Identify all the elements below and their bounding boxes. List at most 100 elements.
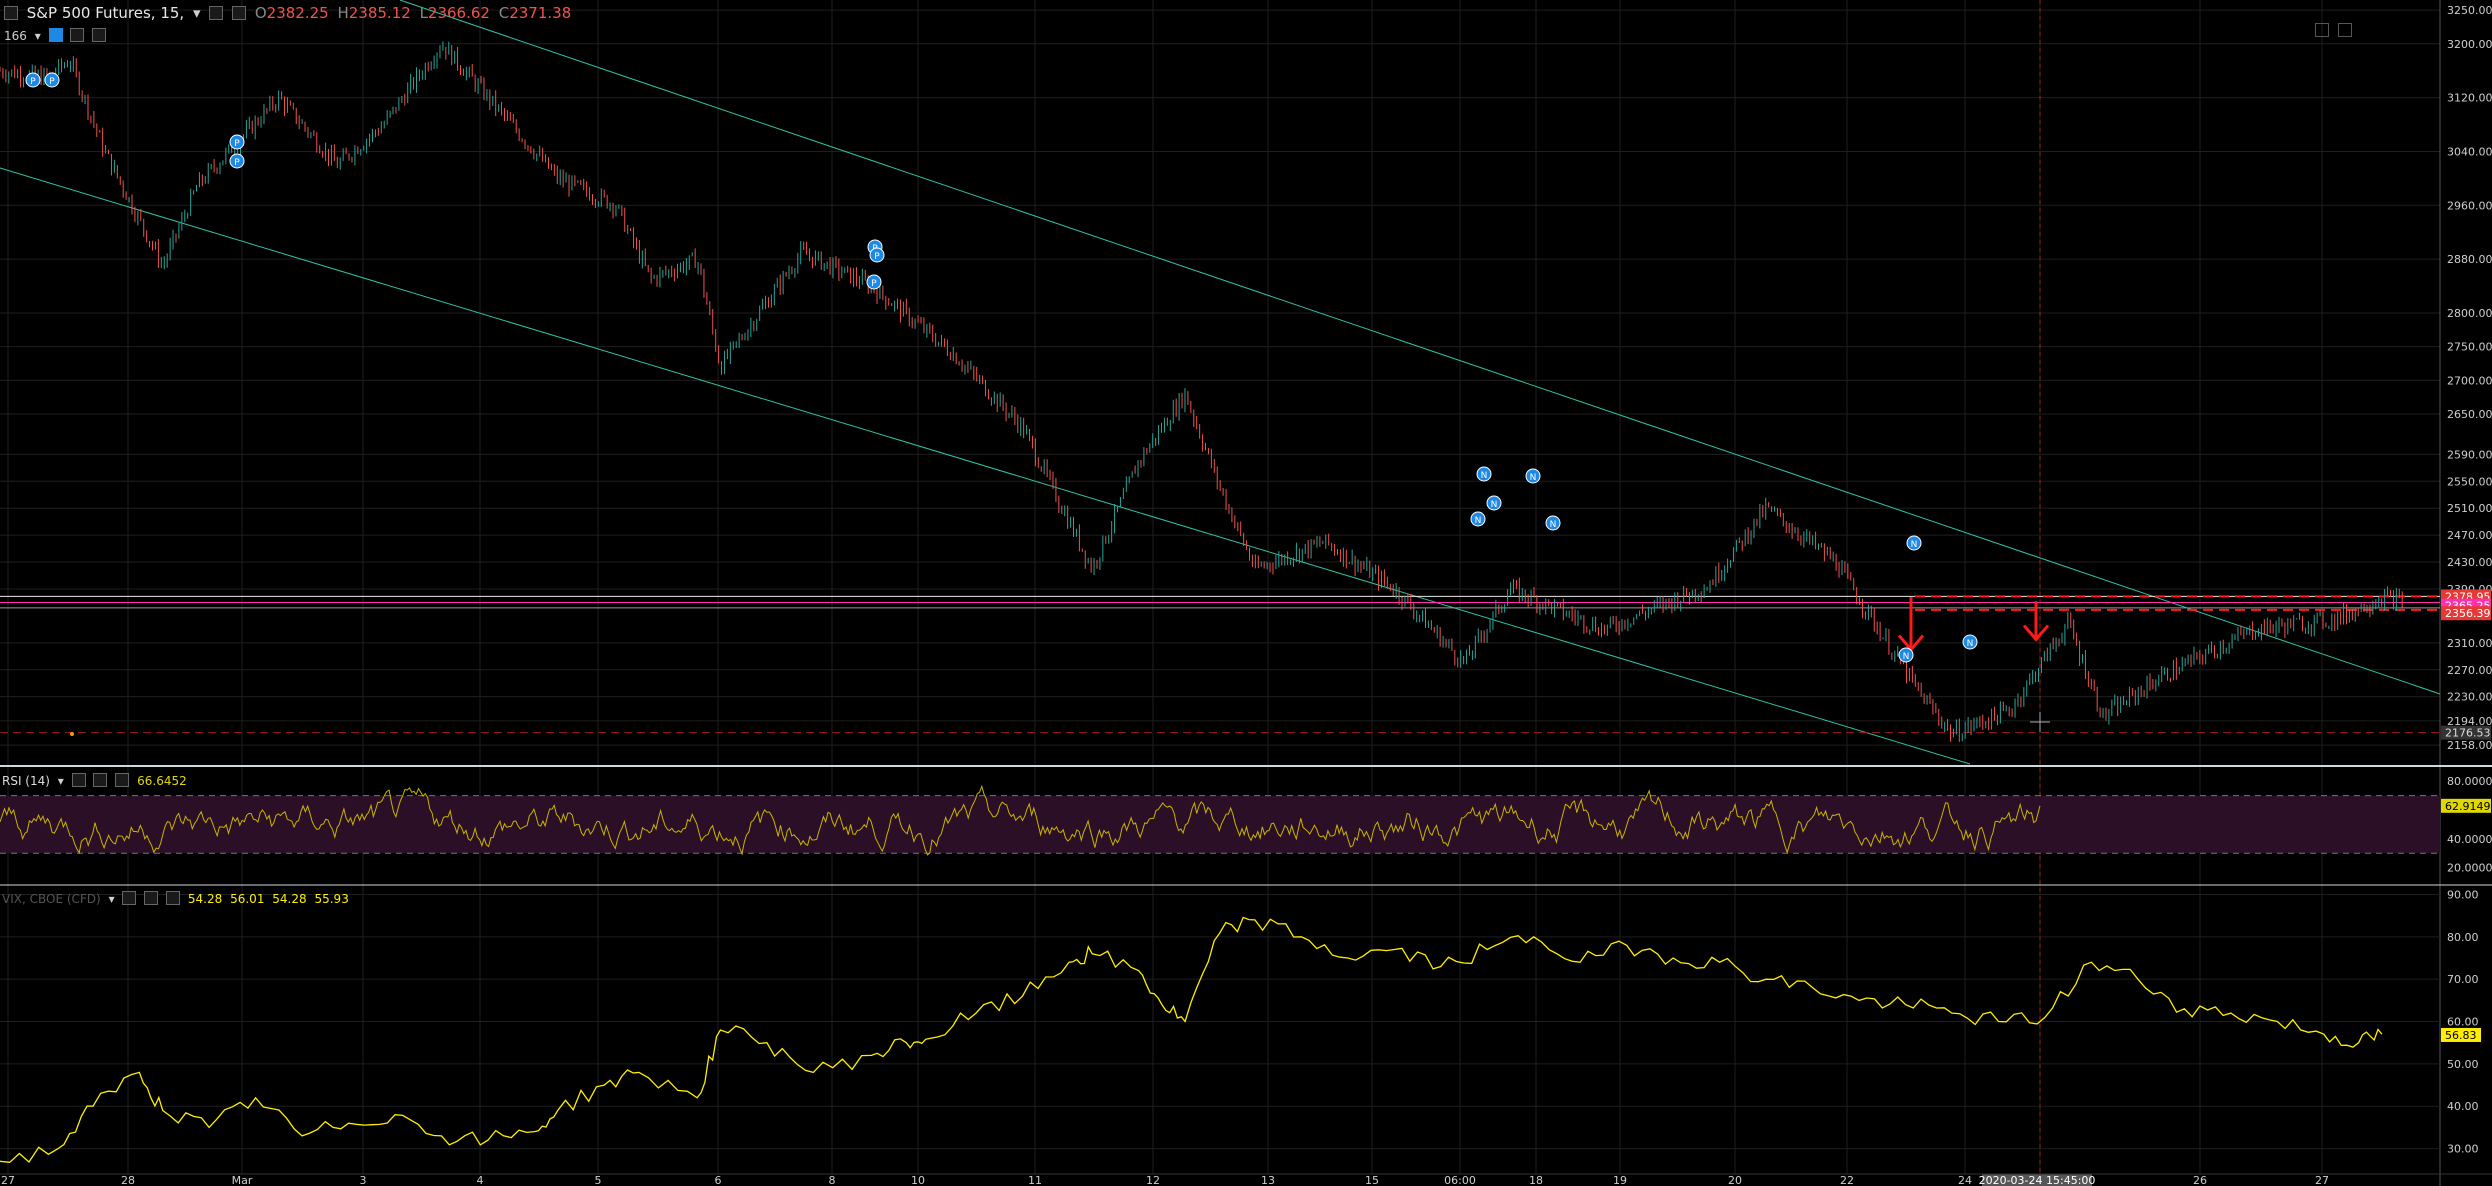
marker-label: N — [1530, 473, 1537, 483]
marker-label: N — [1491, 500, 1498, 510]
marker-label: N — [1967, 639, 1974, 649]
vix-value-label: 56.83 — [2445, 1029, 2477, 1042]
y-tick-label: 2650.00 — [2447, 408, 2492, 421]
vix-legend: VIX, CBOE (CFD) ▾ 54.28 56.01 54.28 55.9… — [2, 891, 353, 906]
y-tick-label: 60.00 — [2447, 1016, 2479, 1029]
x-tick-label: 8 — [829, 1174, 836, 1186]
y-tick-label: 2230.00 — [2447, 691, 2492, 704]
close-icon[interactable] — [115, 773, 130, 787]
y-tick-label: 2880.00 — [2447, 253, 2492, 266]
candles-group — [0, 41, 2403, 742]
marker-label: P — [30, 77, 36, 87]
y-tick-label: 2960.00 — [2447, 199, 2492, 212]
chevron-down-icon[interactable]: ▾ — [35, 29, 41, 43]
y-tick-label: 3120.00 — [2447, 92, 2492, 105]
chevron-down-icon[interactable]: ▾ — [58, 774, 64, 788]
y-tick-label: 40.0000 — [2447, 833, 2492, 846]
marker-label: N — [1481, 471, 1488, 481]
y-tick-label: 70.00 — [2447, 973, 2479, 986]
eye-icon[interactable] — [48, 28, 63, 42]
y-tick-label: 90.00 — [2447, 888, 2479, 901]
chevron-down-icon[interactable]: ▾ — [193, 4, 201, 22]
settings-icon[interactable] — [93, 773, 108, 787]
marker-label: N — [1475, 516, 1482, 526]
collapse-icon[interactable] — [4, 6, 18, 20]
x-tick-label: 3 — [360, 1174, 367, 1186]
ohlc-low: 2366.62 — [427, 4, 490, 22]
marker-label: N — [1911, 540, 1918, 550]
symbol-title[interactable]: S&P 500 Futures, 15, — [27, 4, 184, 22]
eye-icon[interactable] — [71, 773, 86, 787]
chart-svg: 27 28 Mar 3 4 5 6 8 10 11 12 13 15 06:00 18 19 20 22 24 202… — [0, 0, 2492, 1186]
x-tick-label: 15 — [1365, 1174, 1379, 1186]
settings-icon[interactable] — [144, 891, 159, 905]
y-tick-label: 2310.00 — [2447, 637, 2492, 650]
price-label: 2176.53 — [2445, 727, 2491, 740]
ohlc-high-key: H — [337, 4, 349, 22]
x-tick-label: 27 — [2315, 1174, 2329, 1186]
ohlc-close-key: C — [498, 4, 510, 22]
y-tick-label: 40.00 — [2447, 1100, 2479, 1113]
y-tick-label: 3250.00 — [2447, 4, 2492, 17]
eye-icon[interactable] — [122, 891, 137, 905]
restore-icon[interactable] — [2338, 23, 2352, 37]
rsi-value: 66.6452 — [137, 774, 187, 788]
x-tick-label: 24 — [1958, 1174, 1972, 1186]
y-tick-label: 2700.00 — [2447, 374, 2492, 387]
x-tick-label: 4 — [477, 1174, 484, 1186]
price-label: 2356.39 — [2445, 607, 2491, 620]
y-tick-label: 80.00 — [2447, 931, 2479, 944]
x-tick-label: 12 — [1146, 1174, 1160, 1186]
chevron-down-icon[interactable]: ▾ — [109, 892, 115, 906]
y-tick-label: 50.00 — [2447, 1058, 2479, 1071]
vix-name[interactable]: VIX, CBOE (CFD) — [2, 892, 101, 906]
ohlc-open: 2382.25 — [266, 4, 329, 22]
x-tick-label: 10 — [911, 1174, 925, 1186]
marker-label: P — [874, 252, 880, 262]
x-tick-label: 19 — [1613, 1174, 1627, 1186]
x-tick-label: 5 — [595, 1174, 602, 1186]
y-tick-label: 2750.00 — [2447, 341, 2492, 354]
symbol-header: S&P 500 Futures, 15, ▾ O2382.25 H2385.12… — [4, 4, 575, 22]
x-tick-label: 27 — [1, 1174, 15, 1186]
y-tick-label: 2270.00 — [2447, 664, 2492, 677]
x-tick-label: 26 — [2193, 1174, 2207, 1186]
y-tick-label: 20.0000 — [2447, 862, 2492, 875]
vix-low: 54.28 — [272, 892, 307, 906]
ohlc-high: 2385.12 — [348, 4, 411, 22]
x-tick-label: 28 — [121, 1174, 135, 1186]
y-tick-label: 3200.00 — [2447, 38, 2492, 51]
marker-label: P — [871, 279, 877, 289]
y-tick-label: 2510.00 — [2447, 502, 2492, 515]
x-tick-label: 6 — [715, 1174, 722, 1186]
rsi-value-label: 62.9149 — [2445, 800, 2491, 813]
settings-icon[interactable] — [232, 6, 247, 20]
marker-label: P — [234, 139, 240, 149]
marker-label: N — [1550, 520, 1557, 530]
rsi-name[interactable]: RSI (14) — [2, 774, 50, 788]
y-tick-label: 2470.00 — [2447, 529, 2492, 542]
dot-marker-icon — [70, 732, 74, 736]
close-icon[interactable] — [92, 28, 107, 42]
y-tick-label: 2550.00 — [2447, 475, 2492, 488]
vix-close: 55.93 — [314, 892, 349, 906]
ohlc-close: 2371.38 — [509, 4, 572, 22]
vix-line — [0, 916, 2383, 1163]
x-tick-label: 06:00 — [1444, 1174, 1476, 1186]
vix-high: 56.01 — [230, 892, 265, 906]
pane-controls — [2311, 22, 2352, 41]
y-tick-label: 3040.00 — [2447, 145, 2492, 158]
close-icon[interactable] — [166, 891, 181, 905]
vix-open: 54.28 — [187, 892, 223, 906]
x-tick-label: 13 — [1261, 1174, 1275, 1186]
y-tick-label: 2430.00 — [2447, 556, 2492, 569]
settings-icon[interactable] — [70, 28, 85, 42]
sub-value[interactable]: 166 — [4, 29, 27, 43]
ohlc-low-key: L — [419, 4, 428, 22]
x-tick-label: 2020-03-24 15:45:00 — [1979, 1174, 2096, 1186]
sub-header: 166 ▾ — [4, 28, 110, 43]
maximize-icon[interactable] — [2314, 23, 2329, 37]
rsi-band — [0, 795, 2440, 854]
y-tick-label: 2800.00 — [2447, 307, 2492, 320]
eye-icon[interactable] — [209, 6, 224, 20]
